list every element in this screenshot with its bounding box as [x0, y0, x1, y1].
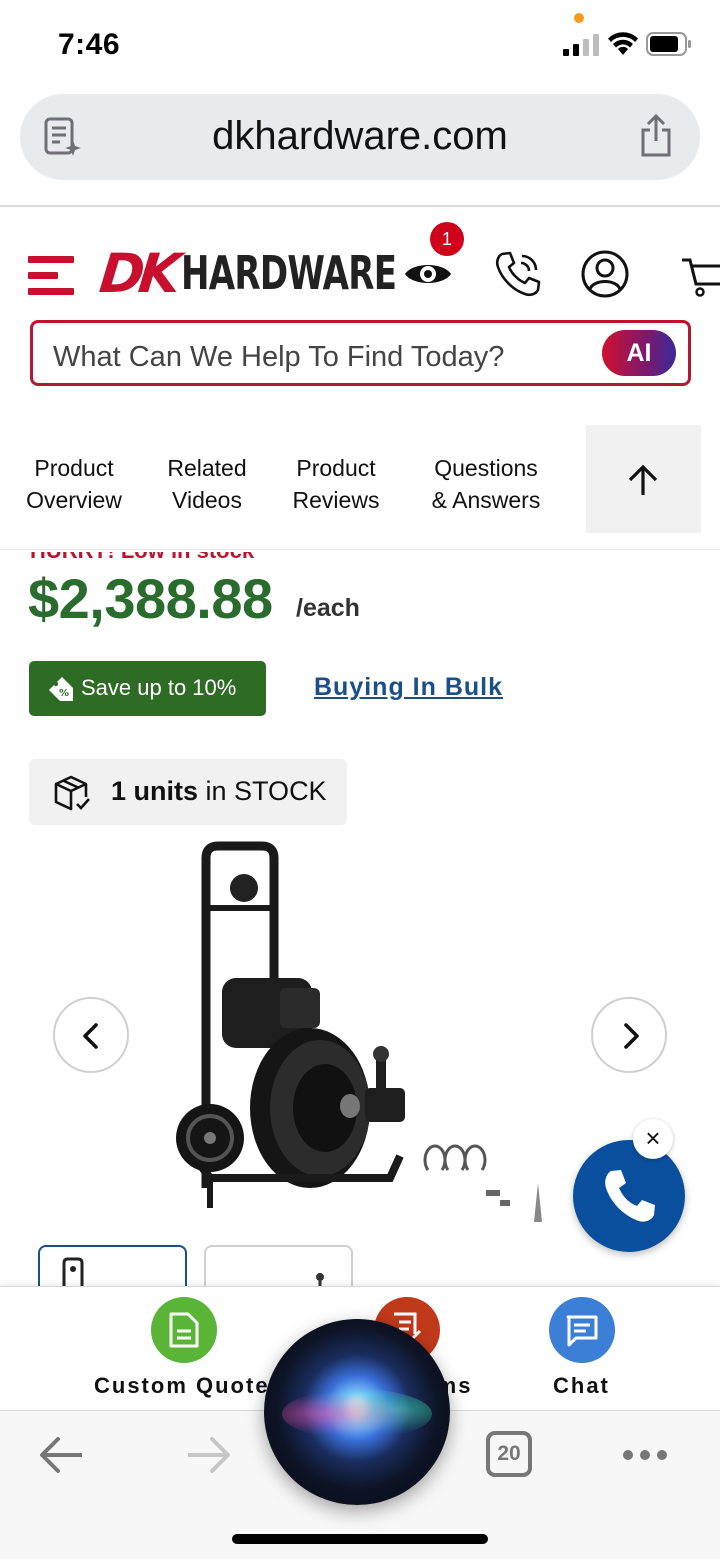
stock-suffix: in STOCK — [205, 776, 327, 806]
scroll-to-top-button[interactable] — [586, 425, 701, 533]
tab-label-line1: Questions — [434, 455, 538, 481]
chat-icon — [566, 1315, 598, 1347]
hamburger-menu-icon[interactable] — [28, 252, 76, 298]
stock-text: 1 units in STOCK — [111, 776, 327, 807]
tab-label-line2: Reviews — [292, 487, 380, 513]
tab-label-line2: Overview — [26, 487, 122, 513]
close-call-button[interactable]: × — [633, 1119, 673, 1159]
more-options-icon[interactable] — [622, 1449, 668, 1461]
price-unit: /each — [296, 594, 360, 622]
cart-icon[interactable] — [680, 248, 720, 300]
buying-in-bulk-link[interactable]: Buying In Bulk — [314, 673, 503, 702]
chat-button[interactable] — [549, 1297, 615, 1363]
tab-label-line1: Related — [167, 455, 247, 481]
battery-icon — [646, 32, 691, 56]
tabs-button[interactable]: 20 — [486, 1431, 532, 1477]
discount-tag-icon: % — [49, 677, 73, 701]
home-indicator[interactable] — [232, 1534, 488, 1544]
status-time: 7:46 — [58, 28, 121, 61]
privacy-indicator-dot — [574, 13, 584, 23]
custom-quote-button[interactable] — [151, 1297, 217, 1363]
carousel-prev-button[interactable] — [53, 997, 129, 1073]
wifi-icon — [608, 32, 638, 55]
search-placeholder: What Can We Help To Find Today? — [53, 341, 505, 373]
stock-warning: HURRY! Low in stock — [30, 552, 430, 562]
chevron-right-icon — [624, 1023, 639, 1049]
phone-icon — [605, 1170, 655, 1222]
package-check-icon — [54, 775, 90, 811]
share-icon[interactable] — [638, 114, 674, 158]
forward-arrow-icon[interactable] — [184, 1433, 234, 1477]
document-icon — [169, 1312, 199, 1348]
back-arrow-icon[interactable] — [36, 1433, 86, 1477]
bulk-savings-badge[interactable]: % Save up to 10% — [29, 661, 266, 716]
carousel-next-button[interactable] — [591, 997, 667, 1073]
tab-questions-answers[interactable]: Questions & Answers — [424, 452, 548, 516]
product-price: $2,388.88 — [28, 567, 273, 630]
ai-search-button[interactable]: AI — [602, 330, 676, 376]
url-text[interactable]: dkhardware.com — [20, 114, 700, 159]
logo-dk: DK — [96, 241, 178, 305]
account-icon[interactable] — [579, 248, 631, 300]
siri-orb-icon[interactable] — [264, 1319, 450, 1505]
stock-count: 1 units — [111, 776, 199, 806]
chat-label[interactable]: Chat — [553, 1373, 610, 1399]
tab-product-reviews[interactable]: Product Reviews — [286, 452, 386, 516]
tabs-divider — [0, 549, 720, 550]
phone-icon[interactable] — [492, 248, 544, 300]
tab-product-overview[interactable]: Product Overview — [22, 452, 126, 516]
product-image-drain-machine[interactable] — [150, 838, 570, 1238]
arrow-up-icon — [628, 464, 658, 495]
browser-divider — [0, 205, 720, 207]
recently-viewed-badge: 1 — [430, 222, 464, 256]
stock-warning-clip: HURRY! Low in stock — [30, 552, 430, 562]
logo-hardware: HARDWARE — [180, 246, 397, 300]
svg-text:%: % — [59, 688, 69, 699]
address-bar[interactable]: dkhardware.com — [20, 94, 700, 180]
stock-status: 1 units in STOCK — [29, 759, 347, 825]
tab-related-videos[interactable]: Related Videos — [160, 452, 254, 516]
cellular-signal-icon — [563, 34, 599, 56]
call-button[interactable] — [573, 1140, 685, 1252]
tab-label-line1: Product — [296, 455, 376, 481]
save-text: Save up to 10% — [81, 675, 237, 700]
tab-label-line2: Videos — [172, 487, 242, 513]
search-input[interactable]: What Can We Help To Find Today? AI — [30, 320, 691, 386]
tab-label-line2: & Answers — [431, 487, 541, 513]
tab-label-line1: Product — [34, 455, 114, 481]
chevron-left-icon — [83, 1023, 98, 1049]
custom-quote-label[interactable]: Custom Quote — [94, 1373, 270, 1399]
status-bar: 7:46 — [0, 0, 720, 90]
